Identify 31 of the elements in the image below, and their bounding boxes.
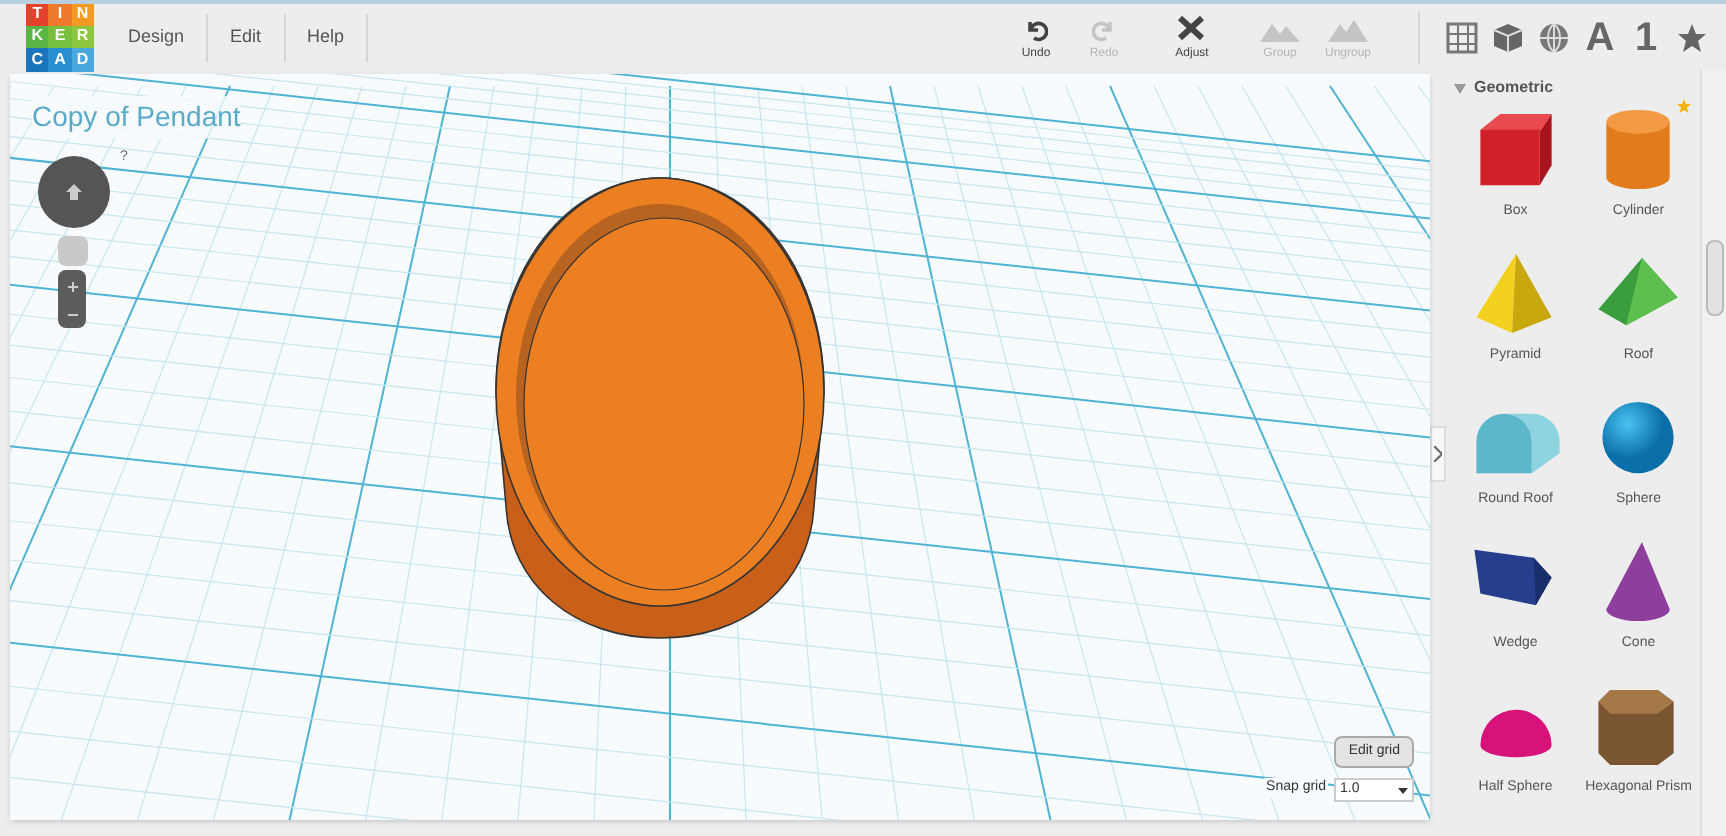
globe-icon: [1538, 21, 1570, 53]
mountain-icon: [1328, 18, 1368, 42]
zoom-in-icon: [67, 281, 77, 292]
dropdown-caret-icon: [1398, 787, 1408, 793]
undo-icon: [1024, 18, 1048, 42]
scrollbar[interactable]: [1700, 70, 1726, 836]
collapse-handle[interactable]: [1430, 425, 1446, 481]
logo-letter: C: [26, 48, 49, 71]
logo-letter: A: [48, 48, 72, 71]
logo-letter: I: [48, 4, 72, 26]
section-title: Geometric: [1474, 76, 1554, 100]
redo-icon: [1092, 18, 1116, 42]
logo-letter: T: [26, 4, 49, 26]
grid-icon: [1446, 21, 1478, 53]
expand-triangle-icon: [1454, 83, 1466, 93]
view-tab[interactable]: 1: [1624, 13, 1668, 61]
menu-item[interactable]: Edit: [208, 13, 286, 61]
menu-item[interactable]: Design: [106, 13, 209, 61]
menu-item[interactable]: Help: [285, 13, 369, 61]
tinkercad-logo[interactable]: T I N K E R C A D: [26, 4, 94, 71]
logo-letter: K: [26, 25, 49, 49]
view-tab[interactable]: A: [1578, 13, 1622, 61]
logo-letter: N: [71, 4, 94, 26]
zoom-control[interactable]: [58, 270, 86, 328]
logo-letter: D: [71, 48, 94, 71]
scrollbar-thumb[interactable]: [1706, 240, 1724, 316]
star-icon: [1676, 21, 1708, 53]
logo-letter: E: [48, 25, 72, 49]
sidebar-section-header[interactable]: Geometric: [1454, 78, 1700, 98]
cube-icon: [1492, 21, 1524, 53]
chevron-right-icon: [1434, 445, 1442, 461]
